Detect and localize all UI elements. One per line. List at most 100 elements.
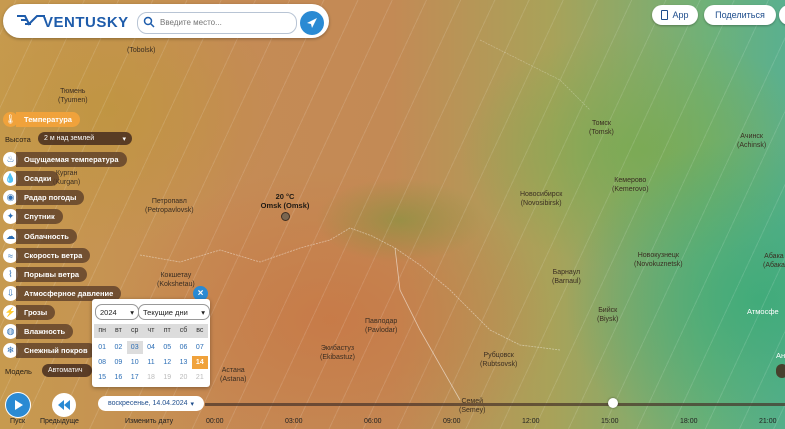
- calendar-day[interactable]: 16: [110, 371, 126, 384]
- time-tick[interactable]: 06:00: [364, 418, 382, 425]
- city-label[interactable]: Тюмень (Tyumen): [58, 88, 88, 105]
- calendar-day[interactable]: 15: [94, 371, 110, 384]
- calendar-day: 21: [195, 374, 204, 381]
- layer-snow[interactable]: ❄ Снежный покров: [3, 343, 96, 358]
- city-label[interactable]: (Tobolsk): [127, 47, 155, 56]
- city-alt-name: (Novosibirsk): [520, 199, 562, 207]
- layer-feels[interactable]: ♨ Ощущаемая температура: [3, 152, 127, 167]
- city-label[interactable]: Новокузнецк (Novokuznetsk): [634, 252, 683, 269]
- calendar-day[interactable]: 10: [127, 356, 143, 369]
- city-label[interactable]: Барнаул (Barnaul): [552, 269, 581, 286]
- city-name: Рубцовск: [483, 352, 514, 359]
- layer-temp[interactable]: 🌡 Температура: [3, 112, 80, 127]
- city-label[interactable]: Петропавл (Petropavlovsk): [145, 198, 194, 215]
- layer-gust[interactable]: ⌇ Порывы ветра: [3, 267, 88, 282]
- right-edge-toggle[interactable]: [776, 364, 785, 378]
- calendar-day[interactable]: 04: [143, 341, 159, 354]
- city-label[interactable]: Кемерово (Kemerovo): [612, 177, 649, 194]
- share-button[interactable]: Поделиться: [704, 5, 776, 25]
- city-alt-name: (Абака: [763, 261, 785, 269]
- geolocation-button[interactable]: [300, 11, 324, 35]
- layer-label: Снежный покров: [16, 343, 96, 358]
- city-label[interactable]: Абака (Абака: [763, 253, 785, 270]
- play-icon: [6, 393, 30, 417]
- calendar-day[interactable]: 13: [175, 356, 191, 369]
- city-label[interactable]: Бийск (Biysk): [597, 307, 618, 324]
- calendar-day: 19: [163, 374, 172, 381]
- layer-wind[interactable]: ≈ Скорость ветра: [3, 248, 91, 263]
- calendar-day[interactable]: 07: [192, 341, 208, 354]
- prev-label: Предыдуще: [40, 418, 79, 425]
- city-name: Кемерово: [614, 177, 647, 184]
- city-name: Бийск: [598, 307, 618, 314]
- calendar-day[interactable]: 02: [110, 341, 126, 354]
- prev-button[interactable]: [52, 393, 76, 417]
- calendar-day[interactable]: 01: [94, 341, 110, 354]
- city-label[interactable]: Экибастуз (Ekibastuz): [320, 345, 355, 362]
- time-tick[interactable]: 18:00: [680, 418, 698, 425]
- calendar-week: 15 16 17 18 19 20 21: [94, 371, 208, 384]
- city-label[interactable]: Рубцовск (Rubtsovsk): [480, 352, 517, 369]
- app-label: App: [672, 10, 689, 20]
- model-value: Автоматич: [48, 367, 83, 374]
- city-label[interactable]: Ачинск (Achinsk): [737, 133, 766, 150]
- featured-city[interactable]: 20 °C Omsk (Omsk): [255, 192, 315, 210]
- date-selector[interactable]: воскресенье, 14.04.2024 ▾: [98, 396, 204, 411]
- logo-text[interactable]: VENTUSKY: [43, 14, 129, 31]
- year-select[interactable]: 2024 ▾: [95, 304, 139, 320]
- timeline-knob[interactable]: [608, 398, 618, 408]
- height-label: Высота: [5, 135, 31, 144]
- city-label[interactable]: Кокшетау (Kokshetau): [157, 272, 195, 289]
- search-input[interactable]: [160, 16, 290, 29]
- range-select[interactable]: Текущие дни ▾: [138, 304, 210, 320]
- city-label[interactable]: Павлодар (Pavlodar): [365, 318, 397, 335]
- app-button[interactable]: App: [652, 5, 698, 25]
- time-tick[interactable]: 15:00: [601, 418, 619, 425]
- location-arrow-icon: [307, 18, 317, 28]
- layer-sat[interactable]: ✦ Спутник: [3, 209, 63, 224]
- time-tick[interactable]: 09:00: [443, 418, 461, 425]
- calendar-day[interactable]: 05: [159, 341, 175, 354]
- year-value: 2024: [100, 307, 117, 317]
- time-tick[interactable]: 00:00: [206, 418, 224, 425]
- city-label[interactable]: Томск (Tomsk): [589, 120, 614, 137]
- city-name: (Tobolsk): [127, 47, 156, 54]
- layer-storm[interactable]: ⚡ Грозы: [3, 305, 56, 320]
- layer-precip[interactable]: 💧 Осадки: [3, 171, 60, 186]
- city-label[interactable]: Астана (Astana): [220, 367, 246, 384]
- city-alt-name: (Tyumen): [58, 96, 88, 104]
- change-date-label: Изменить дату: [125, 418, 174, 425]
- calendar-day[interactable]: 11: [143, 356, 159, 369]
- height-select[interactable]: 2 м над землей ▾: [38, 132, 132, 145]
- layer-hum[interactable]: ◍ Влажность: [3, 324, 74, 339]
- time-tick[interactable]: 12:00: [522, 418, 540, 425]
- calendar-week: 01 02 03 04 05 06 07: [94, 341, 208, 354]
- chevron-down-icon: ▾: [122, 135, 126, 143]
- calendar-day[interactable]: 17: [127, 371, 143, 384]
- timeline-track[interactable]: [205, 403, 785, 406]
- city-name: Петропавл: [151, 198, 187, 205]
- calendar-day[interactable]: 08: [94, 356, 110, 369]
- play-button[interactable]: [5, 392, 31, 418]
- layer-radar[interactable]: ◉ Радар погоды: [3, 190, 85, 205]
- time-tick[interactable]: 03:00: [285, 418, 303, 425]
- calendar-day[interactable]: 12: [159, 356, 175, 369]
- calendar-day[interactable]: 03: [126, 341, 143, 354]
- layer-cloud[interactable]: ☁ Облачность: [3, 229, 77, 244]
- city-alt-name: (Rubtsovsk): [480, 360, 518, 368]
- time-tick[interactable]: 21:00: [759, 418, 777, 425]
- calendar-day[interactable]: 06: [175, 341, 191, 354]
- city-name: Астана: [221, 367, 245, 374]
- weekday-header: пн вт ср чт пт сб вс: [94, 324, 208, 338]
- city-name: Новосибирск: [520, 191, 563, 198]
- calendar-day[interactable]: 09: [110, 356, 126, 369]
- city-name: Барнаул: [552, 269, 581, 276]
- date-value: воскресенье, 14.04.2024: [107, 400, 188, 407]
- city-label[interactable]: Новосибирск (Novosibirsk): [520, 191, 562, 208]
- search-icon: [143, 16, 155, 28]
- calendar-day[interactable]: 14: [191, 356, 208, 369]
- city-label[interactable]: Семей (Semey): [459, 398, 485, 415]
- model-select[interactable]: Автоматич: [42, 364, 92, 377]
- share-label: Поделиться: [715, 10, 765, 20]
- calendar-week: 08 09 10 11 12 13 14: [94, 356, 208, 369]
